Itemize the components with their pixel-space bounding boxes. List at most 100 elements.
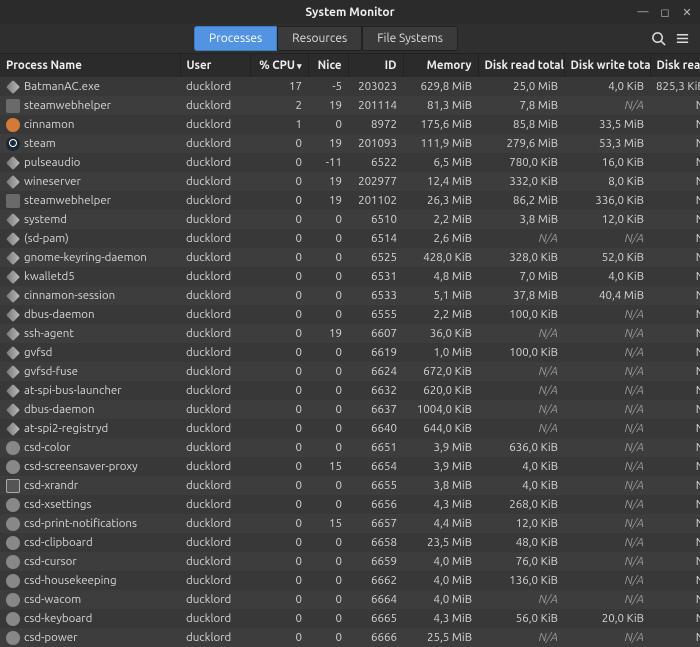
col-id[interactable]: ID — [348, 54, 403, 77]
table-row[interactable]: csd-xsettingsducklord0066564,3 MiB268,0 … — [0, 495, 700, 514]
table-row[interactable]: gnome-keyring-daemonducklord006525428,0 … — [0, 248, 700, 267]
cell-drt: 12,0 KiB — [478, 514, 564, 533]
table-row[interactable]: dbus-daemonducklord0066371004,0 KiBN/AN/… — [0, 400, 700, 419]
cell-id: 203023 — [348, 77, 403, 96]
cell-nice: 15 — [308, 514, 348, 533]
cell-dwt: N/A — [564, 229, 650, 248]
cell-user: ducklord — [180, 381, 250, 400]
cell-cpu: 2 — [250, 96, 308, 115]
table-row[interactable]: csd-colorducklord0066513,9 MiB636,0 KiBN… — [0, 438, 700, 457]
cell-dwt: 12,0 KiB — [564, 210, 650, 229]
cell-drt: 100,0 KiB — [478, 305, 564, 324]
cell-dr: N — [650, 172, 700, 191]
process-name-label: cinnamon — [24, 118, 74, 131]
cell-drt: 279,6 MiB — [478, 134, 564, 153]
cell-drt: 3,8 MiB — [478, 210, 564, 229]
minimize-button[interactable]: — — [636, 5, 650, 19]
cell-id: 6666 — [348, 628, 403, 647]
cell-process-name: gnome-keyring-daemon — [0, 248, 180, 267]
table-row[interactable]: csd-wacomducklord0066644,0 MiBN/AN/AN — [0, 590, 700, 609]
cell-nice: 0 — [308, 267, 348, 286]
process-name-label: csd-cursor — [24, 555, 77, 568]
table-row[interactable]: gvfsd-fuseducklord006624672,0 KiBN/AN/AN — [0, 362, 700, 381]
cell-dr: N — [650, 552, 700, 571]
cell-user: ducklord — [180, 267, 250, 286]
cell-dwt: 8,0 KiB — [564, 172, 650, 191]
cell-user: ducklord — [180, 153, 250, 172]
gear-icon — [6, 612, 20, 626]
cell-user: ducklord — [180, 609, 250, 628]
maximize-button[interactable]: ◻ — [658, 5, 672, 19]
window-title: System Monitor — [305, 6, 394, 19]
cell-id: 6665 — [348, 609, 403, 628]
cell-id: 6664 — [348, 590, 403, 609]
hamburger-menu-icon[interactable] — [670, 27, 694, 51]
table-row[interactable]: steamducklord019201093111,9 MiB279,6 MiB… — [0, 134, 700, 153]
cell-process-name: cinnamon-session — [0, 286, 180, 305]
process-name-label: steamwebhelper — [24, 194, 111, 207]
cell-dwt: N/A — [564, 571, 650, 590]
col-nice[interactable]: Nice — [308, 54, 348, 77]
diamond-icon — [6, 232, 20, 246]
table-row[interactable]: csd-cursorducklord0066594,0 MiB76,0 KiBN… — [0, 552, 700, 571]
table-row[interactable]: cinnamonducklord108972175,6 MiB85,8 MiB3… — [0, 115, 700, 134]
tab-resources[interactable]: Resources — [277, 26, 362, 51]
gear-icon — [6, 536, 20, 550]
table-row[interactable]: (sd-pam)ducklord0065142,6 MiBN/AN/AN — [0, 229, 700, 248]
table-row[interactable]: systemdducklord0065102,2 MiB3,8 MiB12,0 … — [0, 210, 700, 229]
cell-nice: 0 — [308, 248, 348, 267]
process-name-label: steam — [24, 137, 56, 150]
col-disk-read-total[interactable]: Disk read total — [478, 54, 564, 77]
table-row[interactable]: at-spi-bus-launcherducklord006632620,0 K… — [0, 381, 700, 400]
cell-mem: 620,0 KiB — [403, 381, 478, 400]
cell-process-name: csd-wacom — [0, 590, 180, 609]
table-row[interactable]: steamwebhelperducklord01920110226,3 MiB8… — [0, 191, 700, 210]
table-row[interactable]: gvfsdducklord0066191,0 MiB100,0 KiBN/AN — [0, 343, 700, 362]
cell-nice: 19 — [308, 191, 348, 210]
col-cpu[interactable]: % CPU▾ — [250, 54, 308, 77]
diamond-icon — [6, 80, 20, 94]
table-row[interactable]: wineserverducklord01920297712,4 MiB332,0… — [0, 172, 700, 191]
table-row[interactable]: at-spi2-registrydducklord006640644,0 KiB… — [0, 419, 700, 438]
table-row[interactable]: dbus-daemonducklord0065552,2 MiB100,0 Ki… — [0, 305, 700, 324]
table-row[interactable]: csd-xrandrducklord0066553,8 MiB4,0 KiBN/… — [0, 476, 700, 495]
table-row[interactable]: csd-screensaver-proxyducklord01566543,9 … — [0, 457, 700, 476]
diamond-icon — [6, 156, 20, 170]
cell-nice: 0 — [308, 381, 348, 400]
cinnamon-icon — [6, 118, 20, 132]
col-user[interactable]: User — [180, 54, 250, 77]
cell-mem: 23,5 MiB — [403, 533, 478, 552]
table-row[interactable]: csd-keyboardducklord0066654,3 MiB56,0 Ki… — [0, 609, 700, 628]
table-row[interactable]: csd-clipboardducklord00665823,5 MiB48,0 … — [0, 533, 700, 552]
cell-nice: -11 — [308, 153, 348, 172]
table-row[interactable]: csd-print-notificationsducklord01566574,… — [0, 514, 700, 533]
cell-dwt: N/A — [564, 495, 650, 514]
process-name-label: gvfsd — [24, 346, 52, 359]
table-row[interactable]: csd-housekeepingducklord0066624,0 MiB136… — [0, 571, 700, 590]
cell-cpu: 0 — [250, 400, 308, 419]
diamond-icon — [6, 384, 20, 398]
cell-dwt: 4,0 KiB — [564, 77, 650, 96]
cell-drt: 86,2 MiB — [478, 191, 564, 210]
tab-filesystems[interactable]: File Systems — [362, 26, 458, 51]
tab-processes[interactable]: Processes — [194, 26, 277, 51]
table-row[interactable]: steamwebhelperducklord21920111481,3 MiB7… — [0, 96, 700, 115]
table-row[interactable]: csd-powerducklord00666625,5 MiBN/AN/AN — [0, 628, 700, 647]
cell-dr: N — [650, 400, 700, 419]
cell-mem: 3,8 MiB — [403, 476, 478, 495]
cell-cpu: 0 — [250, 134, 308, 153]
cell-id: 6619 — [348, 343, 403, 362]
search-icon[interactable] — [646, 27, 670, 51]
col-disk-read[interactable]: Disk read — [650, 54, 700, 77]
col-memory[interactable]: Memory — [403, 54, 478, 77]
table-row[interactable]: kwalletd5ducklord0065314,8 MiB7,0 MiB4,0… — [0, 267, 700, 286]
close-button[interactable]: ✕ — [680, 5, 694, 19]
table-row[interactable]: cinnamon-sessionducklord0065335,1 MiB37,… — [0, 286, 700, 305]
table-row[interactable]: BatmanAC.exeducklord17-5203023629,8 MiB2… — [0, 77, 700, 96]
table-row[interactable]: pulseaudioducklord0-1165226,5 MiB780,0 K… — [0, 153, 700, 172]
cell-process-name: gvfsd-fuse — [0, 362, 180, 381]
col-disk-write-total[interactable]: Disk write total — [564, 54, 650, 77]
cell-id: 6514 — [348, 229, 403, 248]
table-row[interactable]: ssh-agentducklord019660736,0 KiBN/AN/AN — [0, 324, 700, 343]
col-process-name[interactable]: Process Name — [0, 54, 180, 77]
